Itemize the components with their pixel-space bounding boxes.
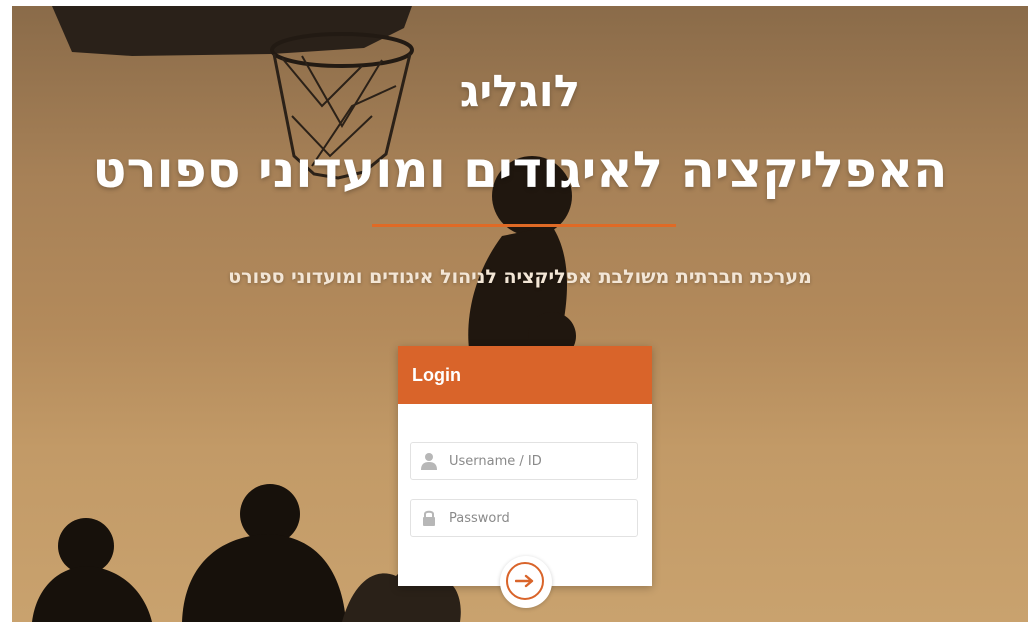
user-icon	[420, 452, 438, 470]
submit-ring	[506, 562, 544, 600]
lock-icon	[420, 509, 438, 527]
login-card: Login	[398, 346, 652, 586]
username-input[interactable]	[449, 443, 633, 479]
submit-button[interactable]	[500, 556, 552, 608]
arrow-right-icon	[515, 574, 534, 588]
hero-background: לוגליג האפליקציה לאיגודים ומועדוני ספורט…	[12, 6, 1028, 622]
title-divider	[372, 224, 676, 227]
app-name: לוגליג	[459, 66, 581, 117]
password-input[interactable]	[449, 500, 633, 536]
page-subtitle: מערכת חברתית משולבת אפליקציה לניהול איגו…	[228, 266, 812, 288]
page-title: האפליקציה לאיגודים ומועדוני ספורט	[92, 141, 948, 199]
username-field[interactable]	[410, 442, 638, 480]
password-field[interactable]	[410, 499, 638, 537]
login-header: Login	[398, 346, 652, 404]
